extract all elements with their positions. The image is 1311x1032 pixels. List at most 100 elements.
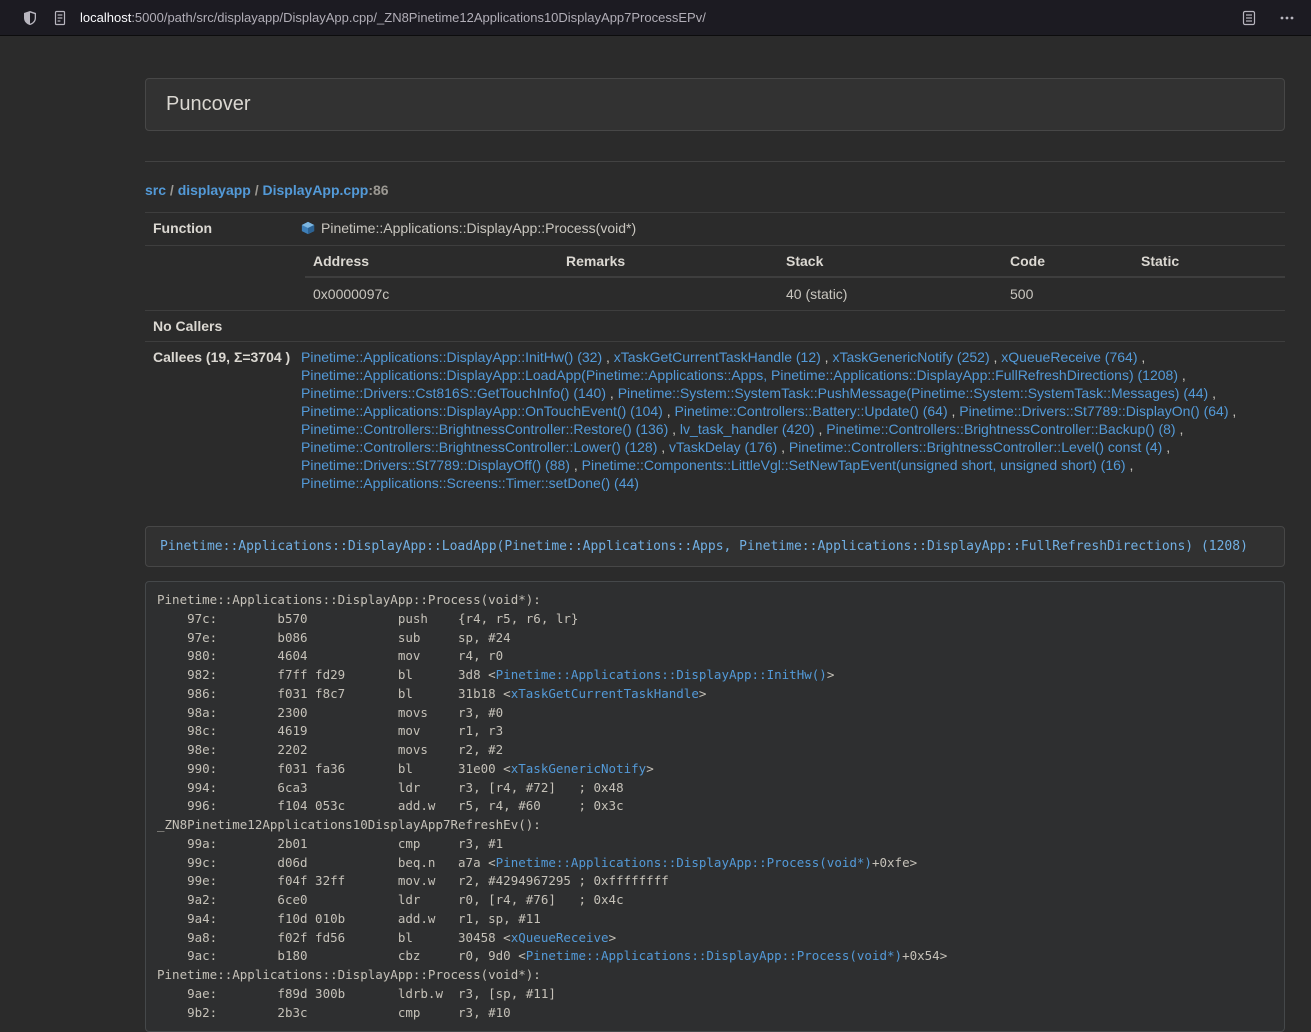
- function-name-wrap: Pinetime::Applications::DisplayApp::Proc…: [301, 219, 636, 237]
- column-header-code: Code: [1002, 246, 1133, 277]
- code-text: 994: 6ca3 ldr r3, [r4, #72] ; 0x48: [157, 780, 624, 795]
- disassembly-code: Pinetime::Applications::DisplayApp::Proc…: [145, 581, 1285, 1032]
- code-symbol-link[interactable]: Pinetime::Applications::DisplayApp::Proc…: [496, 855, 872, 870]
- callee-separator: ,: [663, 403, 675, 419]
- metrics-table: Address Remarks Stack Code Static 0x0000…: [305, 246, 1285, 310]
- callee-separator: ,: [1126, 457, 1134, 473]
- callee-separator: ,: [570, 457, 582, 473]
- callee-link[interactable]: Pinetime::Drivers::St7789::DisplayOn() (…: [959, 403, 1228, 419]
- code-text: >: [609, 930, 617, 945]
- url-bar[interactable]: localhost:5000/path/src/displayapp/Displ…: [80, 10, 1241, 25]
- callee-link[interactable]: Pinetime::Applications::Screens::Timer::…: [301, 475, 639, 491]
- code-text: 98c: 4619 mov r1, r3: [157, 723, 503, 738]
- callee-link[interactable]: Pinetime::Applications::DisplayApp::Load…: [301, 367, 1178, 383]
- callee-separator: ,: [1208, 385, 1216, 401]
- function-table: Function Pinetime::Applications::Display…: [145, 212, 1285, 498]
- callee-separator: ,: [777, 439, 789, 455]
- column-header-stack: Stack: [778, 246, 1002, 277]
- callee-link[interactable]: xTaskGenericNotify (252): [832, 349, 989, 365]
- breadcrumb-separator: /: [251, 182, 263, 198]
- callee-separator: ,: [668, 421, 680, 437]
- metrics-row-label: [145, 246, 293, 311]
- callee-link[interactable]: Pinetime::Applications::DisplayApp::Init…: [301, 349, 602, 365]
- metrics-header-row: Address Remarks Stack Code Static: [305, 246, 1285, 277]
- callee-link[interactable]: Pinetime::Controllers::BrightnessControl…: [301, 439, 657, 455]
- page-info-icon[interactable]: [52, 10, 68, 26]
- callee-link[interactable]: Pinetime::Controllers::BrightnessControl…: [826, 421, 1175, 437]
- code-text: 99e: f04f 32ff mov.w r2, #4294967295 ; 0…: [157, 873, 669, 888]
- column-header-remarks: Remarks: [558, 246, 778, 277]
- page-container: Puncover src / displayapp / DisplayApp.c…: [145, 78, 1285, 1032]
- function-name: Pinetime::Applications::DisplayApp::Proc…: [321, 219, 636, 237]
- code-text: >: [699, 686, 707, 701]
- breadcrumb-link[interactable]: displayapp: [178, 182, 251, 198]
- breadcrumb: src / displayapp / DisplayApp.cpp:86: [145, 182, 1285, 198]
- browser-toolbar: localhost:5000/path/src/displayapp/Displ…: [0, 0, 1311, 36]
- more-options-icon[interactable]: [1279, 10, 1295, 26]
- code-value: 500: [1002, 277, 1133, 310]
- callee-separator: ,: [1176, 421, 1184, 437]
- callee-link[interactable]: vTaskDelay (176): [669, 439, 777, 455]
- code-text: +0xfe>: [872, 855, 917, 870]
- callee-link[interactable]: Pinetime::Drivers::Cst816S::GetTouchInfo…: [301, 385, 606, 401]
- app-title: Puncover: [166, 93, 1264, 116]
- url-host: localhost: [80, 10, 131, 25]
- toolbar-right: [1241, 10, 1295, 26]
- callee-separator: ,: [606, 385, 618, 401]
- code-symbol-link[interactable]: Pinetime::Applications::DisplayApp::Init…: [496, 667, 827, 682]
- code-text: 986: f031 f8c7 bl 31b18 <: [157, 686, 511, 701]
- callee-link[interactable]: Pinetime::Applications::DisplayApp::OnTo…: [301, 403, 663, 419]
- function-cube-icon: [301, 221, 315, 235]
- callees-row: Callees (19, Σ=3704 ) Pinetime::Applicat…: [145, 342, 1285, 499]
- code-text: 9a2: 6ce0 ldr r0, [r4, #76] ; 0x4c: [157, 892, 624, 907]
- callee-link[interactable]: Pinetime::Controllers::BrightnessControl…: [301, 421, 668, 437]
- callee-link[interactable]: xTaskGetCurrentTaskHandle (12): [614, 349, 821, 365]
- callee-link[interactable]: Pinetime::Drivers::St7789::DisplayOff() …: [301, 457, 570, 473]
- code-text: 97e: b086 sub sp, #24: [157, 630, 511, 645]
- callee-link[interactable]: Pinetime::Controllers::BrightnessControl…: [789, 439, 1162, 455]
- callee-highlight-link[interactable]: Pinetime::Applications::DisplayApp::Load…: [160, 539, 1248, 554]
- reader-view-icon[interactable]: [1241, 10, 1257, 26]
- callee-link[interactable]: xQueueReceive (764): [1001, 349, 1137, 365]
- code-text: 996: f104 053c add.w r5, r4, #60 ; 0x3c: [157, 798, 624, 813]
- callee-link[interactable]: lv_task_handler (420): [680, 421, 815, 437]
- code-text: 97c: b570 push {r4, r5, r6, lr}: [157, 611, 578, 626]
- code-text: 9a8: f02f fd56 bl 30458 <: [157, 930, 511, 945]
- callee-separator: ,: [657, 439, 669, 455]
- code-text: _ZN8Pinetime12Applications10DisplayApp7R…: [157, 817, 541, 832]
- static-value: [1133, 277, 1285, 310]
- callee-separator: ,: [1137, 349, 1145, 365]
- code-symbol-link[interactable]: Pinetime::Applications::DisplayApp::Proc…: [526, 948, 902, 963]
- code-text: 9a4: f10d 010b add.w r1, sp, #11: [157, 911, 541, 926]
- breadcrumb-link[interactable]: src: [145, 182, 166, 198]
- callees-label: Callees (19, Σ=3704 ): [145, 342, 293, 499]
- code-text: Pinetime::Applications::DisplayApp::Proc…: [157, 967, 541, 982]
- callee-separator: ,: [1178, 367, 1186, 383]
- callee-link[interactable]: Pinetime::Controllers::Battery::Update()…: [675, 403, 948, 419]
- metrics-row: Address Remarks Stack Code Static 0x0000…: [145, 246, 1285, 311]
- breadcrumb-line-number: :86: [368, 182, 388, 198]
- callees-list: Pinetime::Applications::DisplayApp::Init…: [293, 342, 1285, 499]
- function-row: Function Pinetime::Applications::Display…: [145, 213, 1285, 246]
- stack-value: 40 (static): [778, 277, 1002, 310]
- callee-separator: ,: [602, 349, 614, 365]
- callee-link[interactable]: Pinetime::Components::LittleVgl::SetNewT…: [582, 457, 1126, 473]
- callee-link[interactable]: Pinetime::System::SystemTask::PushMessag…: [618, 385, 1209, 401]
- url-path: :5000/path/src/displayapp/DisplayApp.cpp…: [131, 10, 706, 25]
- code-text: 99a: 2b01 cmp r3, #1: [157, 836, 503, 851]
- divider: [145, 161, 1285, 162]
- code-symbol-link[interactable]: xTaskGenericNotify: [511, 761, 646, 776]
- code-text: >: [646, 761, 654, 776]
- callee-separator: ,: [1229, 403, 1237, 419]
- code-text: 98e: 2202 movs r2, #2: [157, 742, 503, 757]
- breadcrumb-link[interactable]: DisplayApp.cpp: [263, 182, 369, 198]
- code-text: 9b2: 2b3c cmp r3, #10: [157, 1005, 511, 1020]
- no-callers-row: No Callers: [145, 311, 1285, 342]
- code-symbol-link[interactable]: xQueueReceive: [511, 930, 609, 945]
- no-callers-label: No Callers: [145, 311, 293, 342]
- callee-separator: ,: [990, 349, 1002, 365]
- code-symbol-link[interactable]: xTaskGetCurrentTaskHandle: [511, 686, 699, 701]
- tracking-protection-shield-icon[interactable]: [22, 10, 38, 26]
- address-value: 0x0000097c: [305, 277, 558, 310]
- column-header-static: Static: [1133, 246, 1285, 277]
